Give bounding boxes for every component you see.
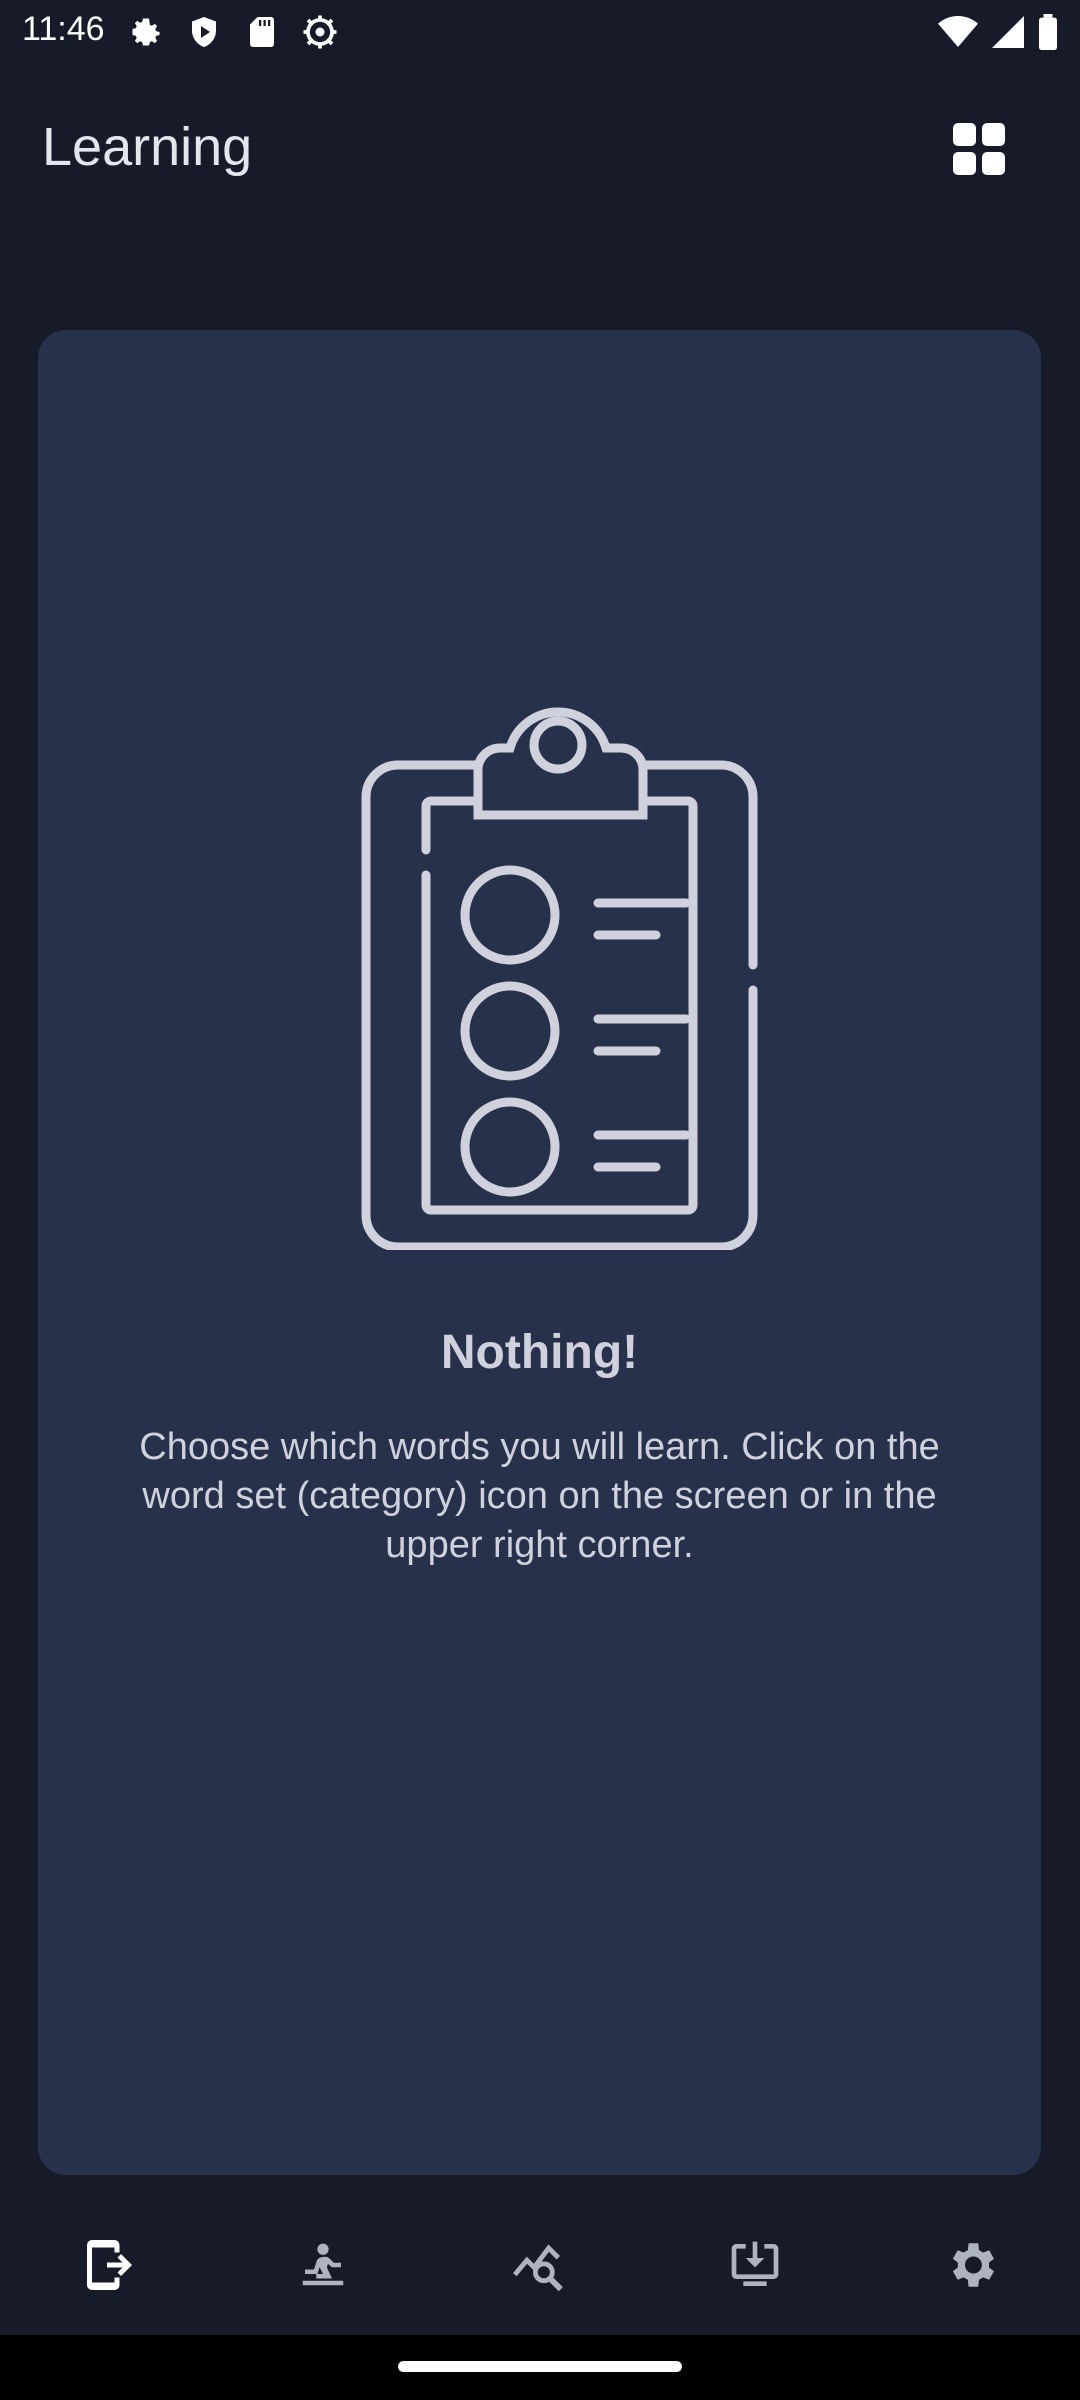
nav-download[interactable]: [705, 2215, 805, 2315]
shield-icon: [186, 14, 222, 50]
category-button[interactable]: [944, 114, 1014, 184]
empty-state-card: Nothing! Choose which words you will lea…: [38, 330, 1041, 2175]
gear-badge-icon: [302, 14, 338, 50]
status-bar: 11:46: [0, 0, 1080, 64]
bottom-nav: [0, 2190, 1080, 2335]
empty-state-title: Nothing!: [440, 1326, 639, 1379]
clipboard-checklist-icon: [338, 675, 778, 1252]
page-title: Learning: [42, 117, 253, 177]
grid-icon: [953, 123, 1005, 175]
home-indicator[interactable]: [398, 2361, 682, 2372]
nav-practice[interactable]: [273, 2215, 373, 2315]
nav-settings[interactable]: [921, 2215, 1021, 2315]
empty-state-description: Choose which words you will learn. Click…: [139, 1426, 940, 1566]
sd-card-icon: [244, 14, 280, 50]
download-icon: [731, 2241, 779, 2286]
battery-icon: [1038, 14, 1058, 55]
signal-icon: [992, 15, 1024, 54]
gesture-bar: [0, 2335, 1080, 2400]
nav-learning[interactable]: [57, 2215, 157, 2315]
statistics-icon: [512, 2244, 563, 2292]
settings-icon: [952, 2243, 994, 2287]
wifi-icon: [938, 15, 978, 54]
practice-icon: [302, 2243, 344, 2286]
app-bar: Learning: [0, 64, 1080, 232]
learning-icon: [87, 2240, 132, 2290]
settings-status-icon: [128, 14, 164, 50]
status-time: 11:46: [22, 10, 105, 48]
nav-statistics[interactable]: [489, 2215, 589, 2315]
